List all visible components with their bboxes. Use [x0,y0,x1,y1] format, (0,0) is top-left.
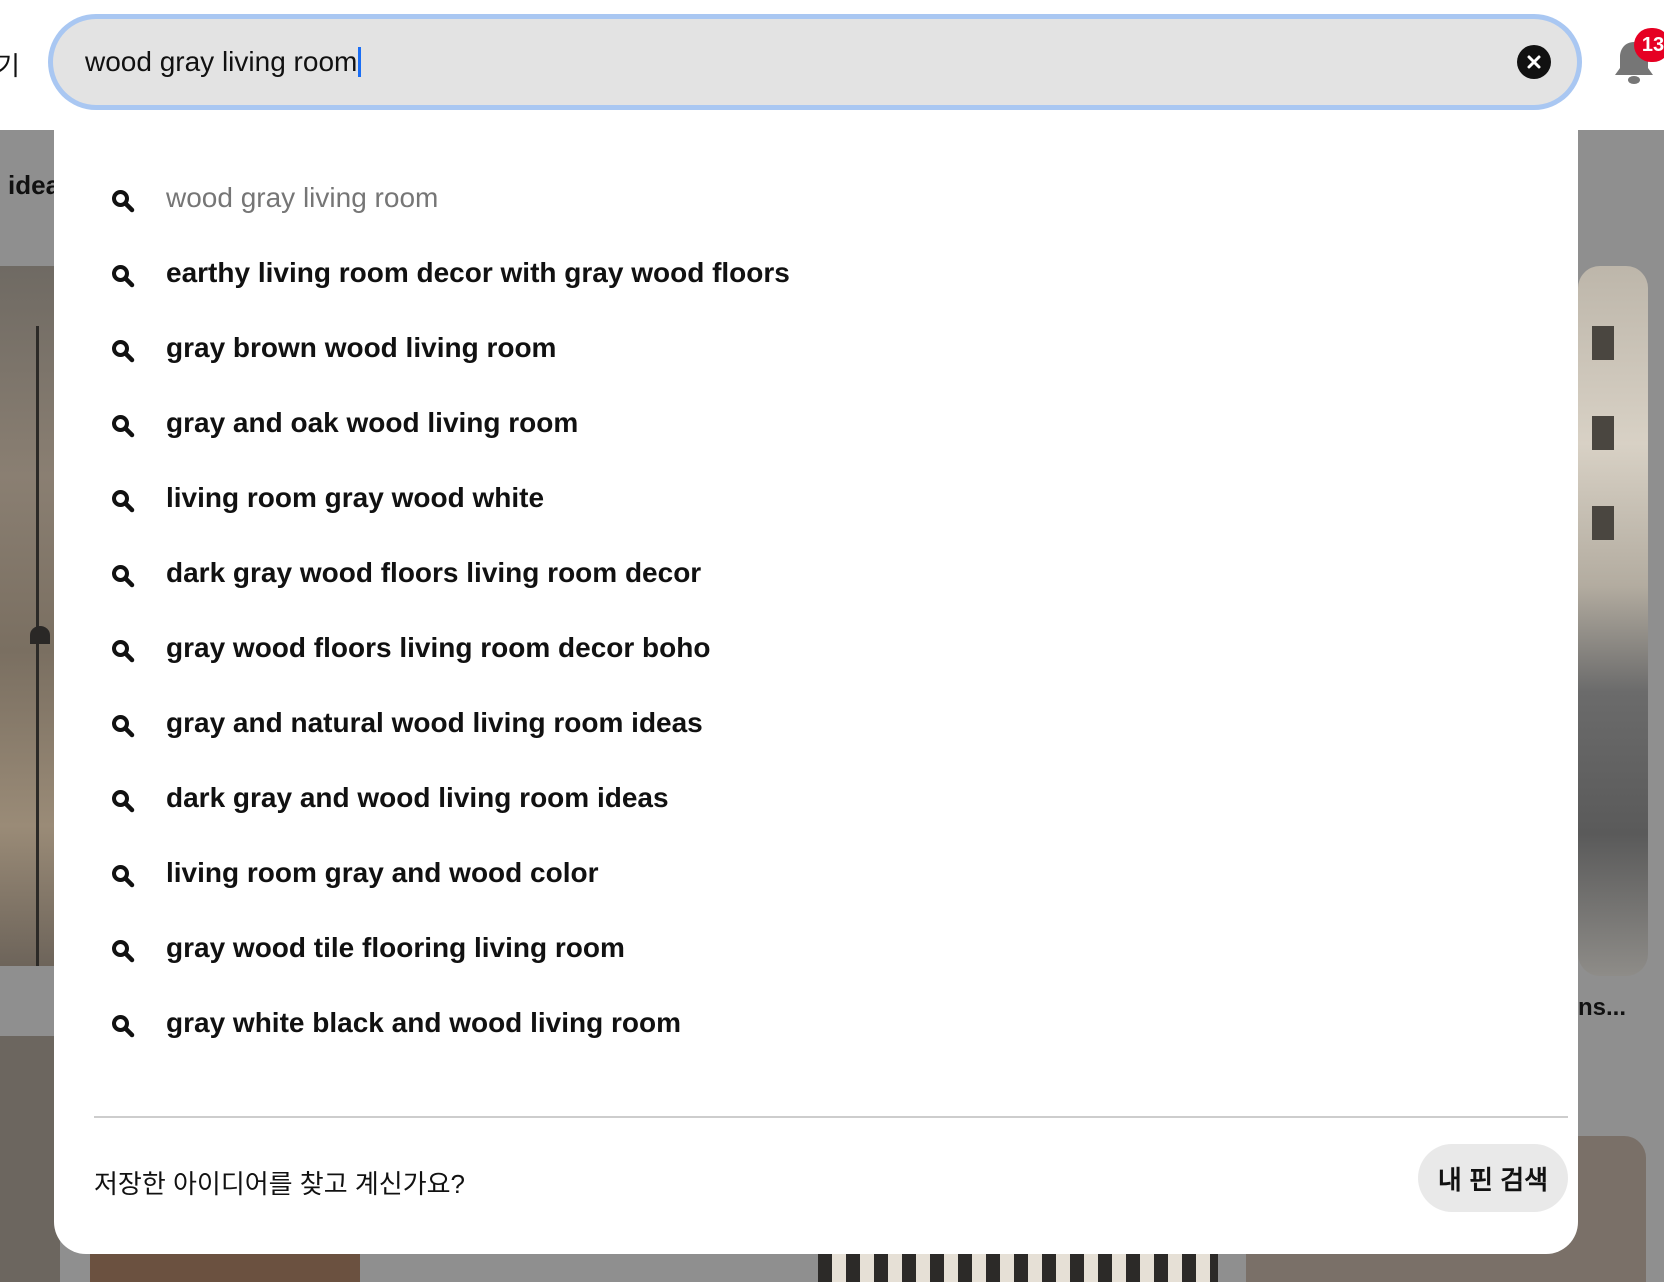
building-window-shape [1592,326,1614,360]
divider [94,1116,1568,1118]
search-icon [112,639,135,662]
suggestion-label: gray white black and wood living room [166,1006,681,1038]
search-icon [112,564,135,587]
search-my-pins-button[interactable]: 내 핀 검색 [1418,1144,1568,1212]
suggestion-label: living room gray and wood color [166,856,599,888]
suggestion-label: gray wood floors living room decor boho [166,631,711,663]
suggestion-item[interactable]: gray brown wood living room [54,310,1578,385]
search-icon [112,339,135,362]
suggestion-item[interactable]: gray white black and wood living room [54,985,1578,1060]
clear-search-button[interactable] [1517,45,1551,79]
building-window-shape [1592,506,1614,540]
page: 기 idea ns... wood gray living room 13 wo… [0,0,1664,1282]
suggestion-label: dark gray and wood living room ideas [166,781,669,813]
suggestion-item[interactable]: wood gray living room [54,160,1578,235]
suggestion-label: living room gray wood white [166,481,545,513]
background-pin-image[interactable] [0,266,60,966]
search-icon [112,864,135,887]
suggestion-item[interactable]: gray wood tile flooring living room [54,910,1578,985]
search-icon [112,714,135,737]
search-icon [112,939,135,962]
search-icon [112,264,135,287]
search-bar: wood gray living room [48,14,1582,110]
suggestion-label: earthy living room decor with gray wood … [166,256,790,288]
suggestion-label: gray brown wood living room [166,331,557,363]
search-input-value: wood gray living room [85,46,358,77]
text-caret [358,47,362,77]
search-input[interactable]: wood gray living room [53,19,1577,105]
search-icon [112,414,135,437]
background-pin-title: ns... [1578,994,1627,1021]
suggestion-item[interactable]: earthy living room decor with gray wood … [54,235,1578,310]
building-window-shape [1592,416,1614,450]
close-icon [1527,55,1541,69]
search-suggestions-panel: wood gray living room earthy living room … [54,130,1578,1254]
suggestion-label: wood gray living room [166,181,439,213]
background-pin-image[interactable] [1578,266,1648,976]
search-icon [112,1014,135,1037]
suggestion-label: gray wood tile flooring living room [166,931,625,963]
suggestion-list: wood gray living room earthy living room … [54,160,1578,1060]
suggestion-label: gray and natural wood living room ideas [166,706,703,738]
suggestion-item[interactable]: gray and oak wood living room [54,385,1578,460]
background-pin-image[interactable] [0,1036,60,1282]
suggestion-item[interactable]: dark gray wood floors living room decor [54,535,1578,610]
suggestion-item[interactable]: gray and natural wood living room ideas [54,685,1578,760]
suggestion-item[interactable]: living room gray wood white [54,460,1578,535]
search-icon [112,489,135,512]
suggestion-item[interactable]: living room gray and wood color [54,835,1578,910]
background-header-text: 기 [0,51,20,81]
notification-count-badge: 13 [1634,28,1664,62]
background-partial-heading: idea [8,170,61,200]
suggestion-item[interactable]: gray wood floors living room decor boho [54,610,1578,685]
suggestion-label: gray and oak wood living room [166,406,579,438]
search-icon [112,189,135,212]
search-icon [112,789,135,812]
suggestion-item[interactable]: dark gray and wood living room ideas [54,760,1578,835]
saved-ideas-prompt: 저장한 아이디어를 찾고 계신가요? [94,1169,466,1199]
suggestion-label: dark gray wood floors living room decor [166,556,702,588]
lamp-shade-shape [30,626,50,644]
floor-lamp-shape [36,326,39,966]
